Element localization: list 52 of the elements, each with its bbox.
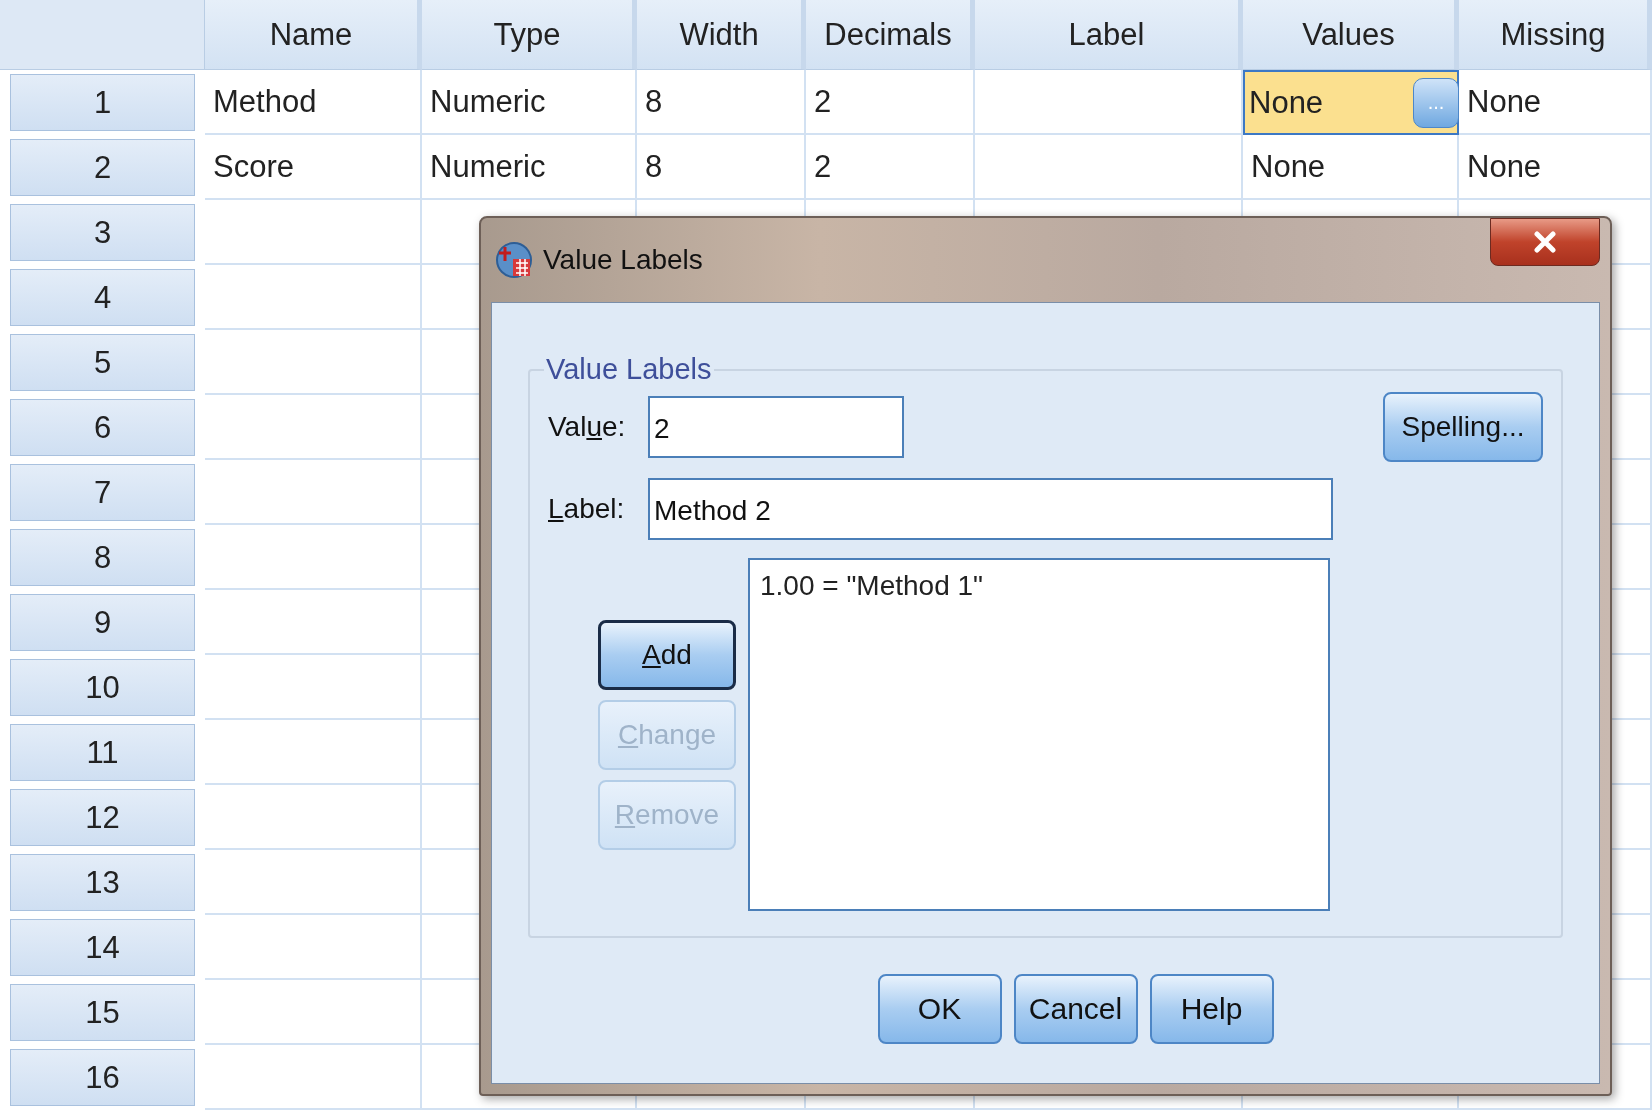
cancel-button[interactable]: Cancel [1013,974,1138,1044]
row-number[interactable]: 16 [10,1049,195,1106]
value-field[interactable]: 2 [648,396,904,458]
value-label-list[interactable]: 1.00 = "Method 1" [748,558,1330,911]
row-number[interactable]: 5 [10,334,195,391]
column-header[interactable]: Width [637,0,806,70]
row-number[interactable]: 7 [10,464,195,521]
row-number[interactable]: 11 [10,724,195,781]
row-number[interactable]: 12 [10,789,195,846]
spelling-button[interactable]: Spelling... [1383,392,1543,462]
table-cell: Numeric [422,70,637,135]
row-number[interactable]: 8 [10,529,195,586]
column-header[interactable]: Missing [1459,0,1652,70]
cell-value: None [1249,84,1324,121]
table-cell: 8 [637,135,806,200]
row-number[interactable]: 10 [10,659,195,716]
table-cell: Method [205,70,422,135]
window-title: Value Labels [543,244,704,276]
table-cell[interactable]: None ... [1243,70,1459,135]
row-number[interactable]: 2 [10,139,195,196]
table-cell: None [1459,135,1652,200]
row-number[interactable]: 1 [10,74,195,131]
column-header[interactable]: Name [205,0,422,70]
field-label: Value: [548,411,627,443]
table-cell: Numeric [422,135,637,200]
row-number[interactable]: 4 [10,269,195,326]
group-title: Value Labels [545,353,713,386]
table-cell: None [1459,70,1652,135]
table-cell: Score [205,135,422,200]
row-number[interactable]: 9 [10,594,195,651]
row-number[interactable]: 14 [10,919,195,976]
ok-button[interactable]: OK [877,974,1002,1044]
table-cell: None [1243,135,1459,200]
table-cell: 8 [637,70,806,135]
label-field[interactable]: Method 2 [648,478,1333,540]
column-header[interactable]: Type [422,0,637,70]
column-header[interactable]: Values [1243,0,1459,70]
column-header[interactable]: Decimals [806,0,975,70]
row-number[interactable]: 15 [10,984,195,1041]
close-button[interactable] [1490,218,1600,266]
add-button[interactable]: Add [598,620,736,690]
field-label: Label: [548,493,626,525]
row-number[interactable]: 13 [10,854,195,911]
list-item[interactable]: 1.00 = "Method 1" [760,570,1318,602]
table-cell: 2 [806,70,975,135]
close-icon [1532,231,1558,253]
help-button[interactable]: Help [1149,974,1274,1044]
row-number[interactable]: 6 [10,399,195,456]
column-header[interactable]: Label [975,0,1243,70]
table-cell: 2 [806,135,975,200]
app-icon [495,241,533,279]
row-number[interactable]: 3 [10,204,195,261]
